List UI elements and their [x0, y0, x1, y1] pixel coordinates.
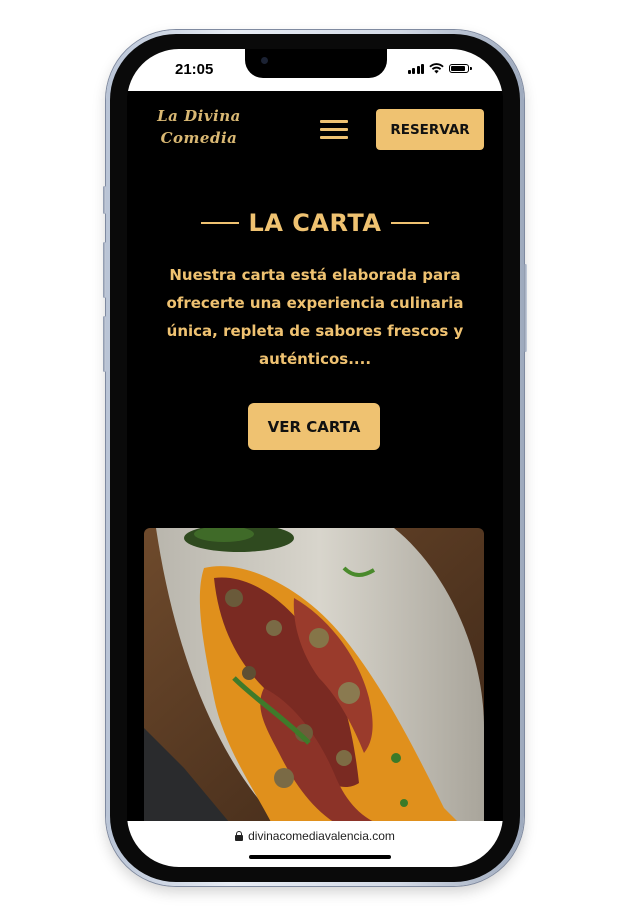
carta-description: Nuestra carta está elaborada para ofrece…	[166, 266, 464, 368]
logo-line-1: La Divina	[157, 107, 241, 125]
logo-line-2: Comedia	[160, 129, 238, 147]
url-row[interactable]: divinacomediavalencia.com	[127, 829, 503, 843]
carta-heading: LA CARTA	[127, 207, 503, 239]
phone-screen: 21:05 La Divina Comedia RESERVAR LA CART…	[127, 49, 503, 867]
reserve-button[interactable]: RESERVAR	[376, 109, 484, 150]
notch	[245, 49, 387, 78]
front-camera-icon	[261, 57, 268, 64]
volume-down-button	[103, 316, 106, 372]
status-bar: 21:05	[127, 49, 503, 91]
section-title: LA CARTA	[248, 209, 382, 237]
site-header: La Divina Comedia RESERVAR	[127, 91, 503, 171]
browser-url-bar[interactable]: divinacomediavalencia.com	[127, 821, 503, 867]
title-rule-left	[200, 222, 239, 224]
power-button	[524, 264, 527, 352]
status-time: 21:05	[175, 61, 214, 78]
view-menu-button[interactable]: VER CARTA	[248, 403, 380, 450]
title-rule-right	[391, 222, 430, 224]
web-page: La Divina Comedia RESERVAR LA CARTA Nues…	[127, 91, 503, 828]
phone-frame: 21:05 La Divina Comedia RESERVAR LA CART…	[103, 30, 527, 886]
url-text: divinacomediavalencia.com	[248, 829, 395, 843]
site-logo[interactable]: La Divina Comedia	[144, 105, 254, 149]
mockup-stage: 21:05 La Divina Comedia RESERVAR LA CART…	[0, 0, 632, 918]
volume-up-button	[103, 242, 106, 298]
home-indicator[interactable]	[249, 855, 391, 859]
hamburger-icon[interactable]	[320, 118, 348, 140]
mute-switch	[103, 186, 106, 214]
battery-icon	[449, 64, 472, 73]
wifi-icon	[429, 63, 444, 74]
lock-icon	[235, 831, 244, 841]
dish-photo	[144, 528, 484, 828]
status-icons	[407, 63, 472, 74]
cellular-signal-icon	[407, 63, 424, 74]
